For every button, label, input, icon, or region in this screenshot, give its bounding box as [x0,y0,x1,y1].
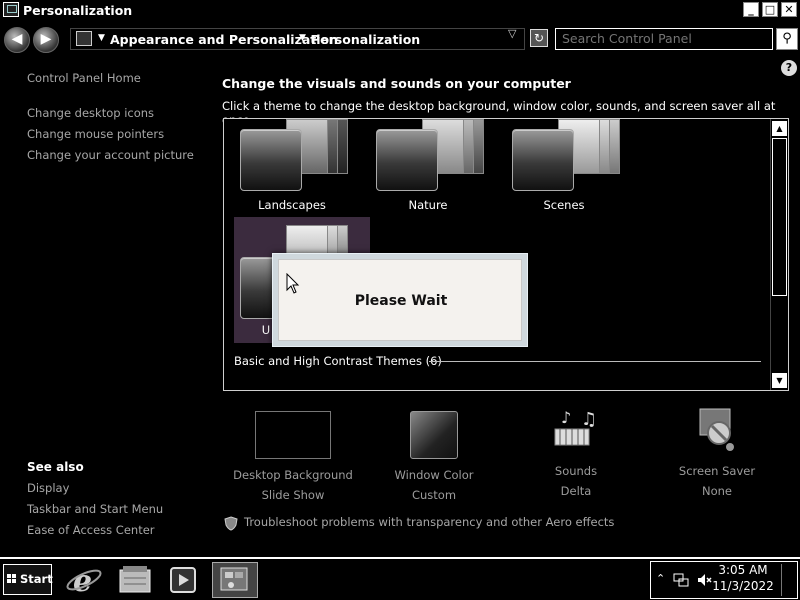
svg-text:♫: ♫ [581,409,597,430]
windows-logo-icon [7,574,16,583]
search-input[interactable] [562,31,762,46]
setting-title: Sounds [554,464,598,478]
window-color-setting[interactable]: Window Color Custom [364,405,504,502]
sounds-icon: ♪ ♫ [554,408,597,446]
theme-scenes[interactable]: Scenes [496,119,632,219]
group-title: Basic and High Contrast Themes (6) [234,354,442,368]
file-explorer-icon[interactable] [114,562,156,598]
internet-explorer-icon[interactable]: e [63,562,105,598]
minimize-button[interactable]: _ [743,2,759,17]
help-icon[interactable]: ? [781,60,797,76]
see-also-ease-of-access[interactable]: Ease of Access Center [27,523,155,537]
start-label: Start [20,572,53,586]
title-bar: Personalization _ □ ✕ [0,0,800,21]
shield-icon [224,516,238,531]
control-panel-icon [76,31,92,46]
address-dropdown-icon[interactable]: ▽ [508,27,516,40]
see-also-heading: See also [27,460,84,474]
screen-saver-icon [699,408,734,451]
scroll-down-icon[interactable]: ▼ [772,373,787,388]
sidebar-item-mouse-pointers[interactable]: Change mouse pointers [27,127,164,141]
search-field[interactable] [555,28,773,50]
svg-text:e: e [73,564,92,598]
sidebar-item-desktop-icons[interactable]: Change desktop icons [27,106,154,120]
theme-thumbnail [240,129,302,191]
mouse-cursor-icon [286,273,300,294]
sidebar-item-control-panel-home[interactable]: Control Panel Home [27,71,141,85]
show-hidden-icons-icon[interactable]: ⌃ [656,572,665,585]
screen-saver-setting[interactable]: Screen Saver None [647,405,787,498]
breadcrumb[interactable]: ▼ Appearance and Personalization ▼ Perso… [70,28,525,50]
group-divider [429,361,761,362]
control-panel-taskbar-item[interactable] [212,562,258,598]
sounds-setting[interactable]: ♪ ♫ Sounds Delta [506,405,646,498]
setting-value: Delta [560,484,592,498]
setting-value: None [701,484,732,498]
dialog-message: Please Wait [354,293,448,309]
please-wait-dialog: Please Wait [272,253,528,347]
scroll-up-icon[interactable]: ▲ [772,121,787,136]
refresh-icon[interactable]: ↻ [530,29,548,47]
sidebar-item-account-picture[interactable]: Change your account picture [27,148,194,162]
gallery-scrollbar[interactable]: ▲ ▼ [770,119,788,390]
dialog-body: Please Wait [278,259,522,341]
setting-title: Desktop Background [233,468,353,482]
theme-label: Scenes [543,198,585,212]
troubleshoot-link[interactable]: Troubleshoot problems with transparency … [244,515,614,529]
setting-title: Window Color [394,468,474,482]
window-color-icon [410,411,458,459]
theme-thumbnail [512,129,574,191]
clock-time[interactable]: 3:05 AM [708,563,778,577]
theme-thumbnail [376,129,438,191]
theme-label: Nature [408,198,448,212]
chevron-down-icon[interactable]: ▼ [98,33,105,43]
search-icon[interactable]: ⚲ [776,28,798,50]
see-also-taskbar[interactable]: Taskbar and Start Menu [27,502,163,516]
network-icon[interactable] [673,572,689,588]
close-button[interactable]: ✕ [781,2,797,17]
setting-value: Slide Show [261,488,325,502]
theme-landscapes[interactable]: Landscapes [224,119,360,219]
theme-label: Landscapes [258,198,326,212]
see-also-display[interactable]: Display [27,481,69,495]
window-title: Personalization [23,3,133,18]
theme-nature[interactable]: Nature [360,119,496,219]
page-title: Change the visuals and sounds on your co… [222,76,571,91]
breadcrumb-item-personalization[interactable]: Personalization [311,32,420,47]
back-button[interactable]: ◀ [4,27,30,53]
control-panel-icon [3,2,19,17]
forward-button[interactable]: ▶ [33,27,59,53]
address-bar: ◀ ▶ ▼ Appearance and Personalization ▼ P… [0,23,800,56]
clock-date[interactable]: 11/3/2022 [708,579,778,593]
setting-value: Custom [411,488,457,502]
media-player-icon[interactable] [162,562,204,598]
start-button[interactable]: Start [3,564,53,595]
chevron-down-icon[interactable]: ▼ [299,33,306,43]
scroll-thumb[interactable] [772,138,787,296]
maximize-button[interactable]: □ [762,2,778,17]
control-panel-icon [220,567,248,591]
desktop-background-setting[interactable]: Desktop Background Slide Show [223,405,363,502]
svg-text:♪: ♪ [561,408,571,427]
setting-title: Screen Saver [678,464,756,478]
desktop-background-icon [255,411,331,459]
show-desktop-button[interactable] [781,564,795,596]
taskbar: Start e ⌃ [0,557,800,600]
